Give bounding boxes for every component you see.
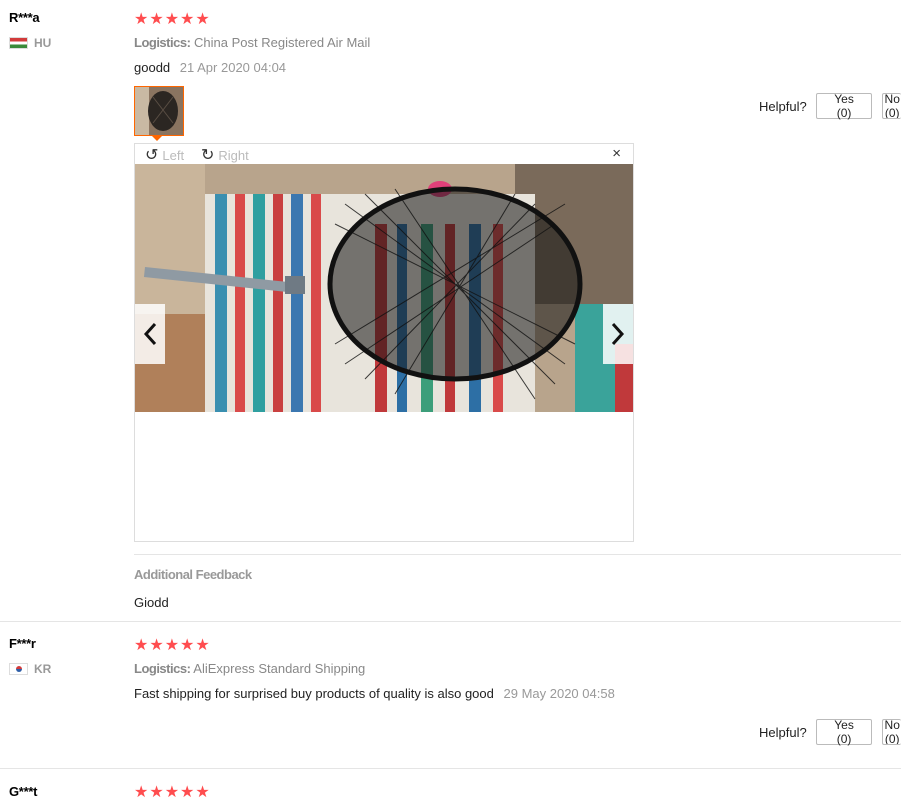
korea-flag-icon [9, 663, 28, 675]
country-code: KR [34, 662, 52, 676]
reviewer-name: R***a [9, 10, 40, 25]
review-text-row: goodd 21 Apr 2020 04:04 [134, 60, 286, 75]
star-rating: ★★★★★ [134, 784, 211, 801]
helpful-label: Helpful? [759, 98, 807, 114]
helpful-row: Helpful? Yes (0) No (0) [759, 92, 901, 120]
divider [134, 554, 901, 555]
review-separator [0, 621, 901, 622]
rotate-right-icon: ↻ [201, 147, 215, 164]
prev-photo-button[interactable] [135, 304, 165, 364]
review-text-row: Fast shipping for surprised buy products… [134, 686, 615, 701]
helpful-no-button[interactable]: No (0) [882, 93, 901, 119]
close-icon: × [612, 145, 621, 162]
logistics-info: Logistics: AliExpress Standard Shipping [134, 661, 365, 676]
next-photo-button[interactable] [603, 304, 633, 364]
rotate-left-label: Left [162, 147, 185, 163]
review-date: 21 Apr 2020 04:04 [179, 60, 287, 75]
rotate-right-label: Right [218, 147, 249, 163]
logistics-info: Logistics: China Post Registered Air Mai… [134, 35, 370, 50]
reviewer-country: KR [9, 662, 51, 676]
rotate-left-button[interactable]: ↺ Left [145, 145, 184, 165]
hungary-flag-icon [9, 37, 28, 49]
reviewer-name: F***r [9, 636, 36, 651]
logistics-value: AliExpress Standard Shipping [190, 661, 366, 676]
photo-viewer: ↺ Left ↻ Right × [134, 143, 634, 542]
close-viewer-button[interactable]: × [612, 145, 621, 162]
review-text: Fast shipping for surprised buy products… [134, 686, 494, 701]
additional-feedback-title: Additional Feedback [134, 567, 252, 582]
reviewer-name: G***t [9, 784, 38, 799]
thumbnail-pointer [151, 135, 163, 141]
logistics-value: China Post Registered Air Mail [190, 35, 371, 50]
country-code: HU [34, 36, 52, 50]
review-text: goodd [134, 60, 171, 75]
star-rating: ★★★★★ [134, 11, 211, 28]
rotate-left-icon: ↺ [145, 147, 159, 164]
logistics-label: Logistics: [134, 35, 191, 50]
logistics-label: Logistics: [134, 661, 191, 676]
chevron-right-icon [611, 322, 625, 346]
helpful-no-button[interactable]: No (0) [882, 719, 901, 745]
helpful-yes-button[interactable]: Yes (0) [815, 92, 873, 120]
review-photo-thumbnail[interactable] [134, 86, 184, 136]
additional-feedback-text: Giodd [134, 595, 169, 610]
review-photo [135, 164, 633, 412]
chevron-left-icon [143, 322, 157, 346]
helpful-row: Helpful? Yes (0) No (0) [759, 718, 901, 746]
star-rating: ★★★★★ [134, 637, 211, 654]
reviewer-country: HU [9, 36, 51, 50]
helpful-yes-button[interactable]: Yes (0) [815, 718, 873, 746]
rotate-right-button[interactable]: ↻ Right [201, 145, 249, 165]
review-separator [0, 768, 901, 769]
review-date: 29 May 2020 04:58 [503, 686, 615, 701]
helpful-label: Helpful? [759, 724, 807, 740]
